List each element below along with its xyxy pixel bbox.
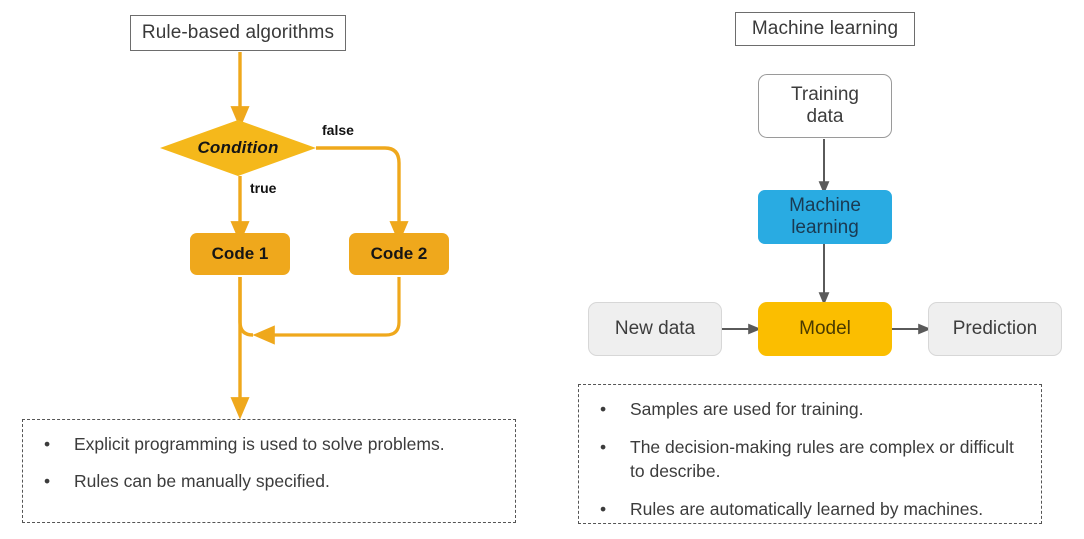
edge-code1-to-note <box>230 277 254 420</box>
list-item: • Rules can be manually specified. <box>39 470 497 493</box>
machine-learning-line-1: Machine <box>789 194 861 216</box>
list-item: • Explicit programming is used to solve … <box>39 433 497 456</box>
note-text: Rules are automatically learned by machi… <box>630 498 984 519</box>
edge-code2-merge <box>252 277 401 345</box>
right-note-list: • Samples are used for training. • The d… <box>595 398 1023 521</box>
right-note-panel: • Samples are used for training. • The d… <box>578 384 1042 524</box>
right-panel-title: Machine learning <box>735 12 915 46</box>
left-note-list: • Explicit programming is used to solve … <box>39 433 497 494</box>
note-text: Samples are used for training. <box>630 399 864 419</box>
note-text: The decision-making rules are complex or… <box>630 437 1014 481</box>
left-note-panel: • Explicit programming is used to solve … <box>22 419 516 523</box>
edge-condition-false-to-code2 <box>316 146 409 244</box>
edge-label-false: false <box>322 122 354 138</box>
note-text: Rules can be manually specified. <box>74 471 330 492</box>
training-data-line-1: Training <box>791 83 859 105</box>
bullet-icon: • <box>600 399 607 419</box>
bullet-icon: • <box>600 437 607 458</box>
list-item: • The decision-making rules are complex … <box>595 436 1023 483</box>
bullet-icon: • <box>44 434 51 454</box>
list-item: • Rules are automatically learned by mac… <box>595 498 1023 521</box>
prediction-node: Prediction <box>928 302 1062 356</box>
condition-node-label: Condition <box>197 138 279 157</box>
list-item: • Samples are used for training. <box>595 398 1023 421</box>
code1-node: Code 1 <box>190 233 290 275</box>
training-data-node: Training data <box>758 74 892 138</box>
machine-learning-line-2: learning <box>791 217 859 238</box>
new-data-node: New data <box>588 302 722 356</box>
bullet-icon: • <box>44 471 51 492</box>
edge-label-true: true <box>250 180 277 196</box>
left-panel-title: Rule-based algorithms <box>130 15 346 51</box>
diagram-canvas: Rule-based algorithms Condition false tr… <box>0 0 1084 539</box>
note-text: Explicit programming is used to solve pr… <box>74 434 445 454</box>
training-data-line-2: data <box>806 106 844 127</box>
machine-learning-node: Machine learning <box>758 190 892 244</box>
bullet-icon: • <box>600 498 607 519</box>
code2-node: Code 2 <box>349 233 449 275</box>
model-node: Model <box>758 302 892 356</box>
